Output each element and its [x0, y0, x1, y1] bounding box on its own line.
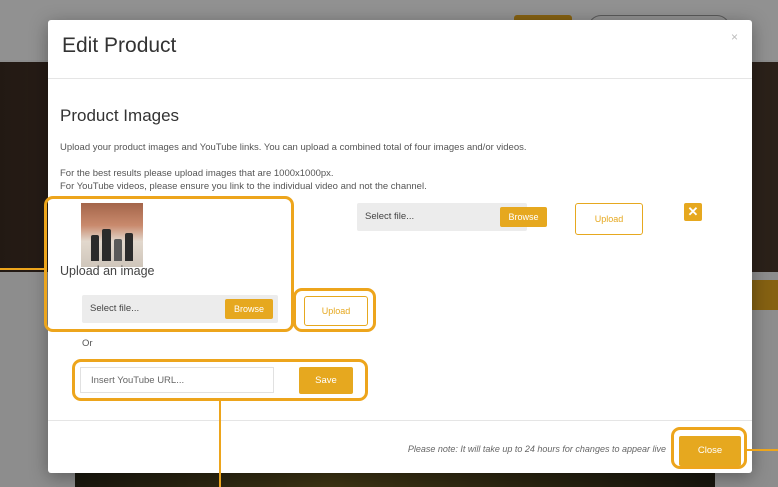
callout-line-close	[746, 449, 778, 451]
or-separator: Or	[82, 338, 93, 349]
existing-upload-button[interactable]: Upload	[575, 203, 643, 235]
modal-footer: Please note: It will take up to 24 hours…	[48, 420, 752, 474]
remove-image-button[interactable]: ✕	[684, 203, 702, 221]
modal-header: Edit Product ×	[48, 20, 752, 79]
callout-line-upload	[0, 268, 46, 270]
modal-close-icon[interactable]: ×	[731, 30, 738, 44]
youtube-highlight	[72, 359, 368, 401]
file-field-text: Select file...	[365, 211, 415, 222]
upload-image-highlight	[44, 196, 294, 332]
footer-note: Please note: It will take up to 24 hours…	[407, 444, 666, 454]
image-size-hint: For the best results please upload image…	[60, 168, 334, 179]
existing-browse-button[interactable]: Browse	[500, 207, 547, 227]
modal-title: Edit Product	[62, 34, 177, 57]
callout-line-youtube	[219, 400, 221, 487]
existing-image-file-field[interactable]: Select file... Browse	[357, 203, 547, 231]
upload-button-highlight	[293, 288, 376, 332]
product-images-heading: Product Images	[60, 106, 180, 125]
images-description: Upload your product images and YouTube l…	[60, 142, 527, 153]
close-icon: ✕	[687, 204, 699, 219]
close-button-highlight	[671, 427, 747, 469]
youtube-hint: For YouTube videos, please ensure you li…	[60, 181, 427, 192]
